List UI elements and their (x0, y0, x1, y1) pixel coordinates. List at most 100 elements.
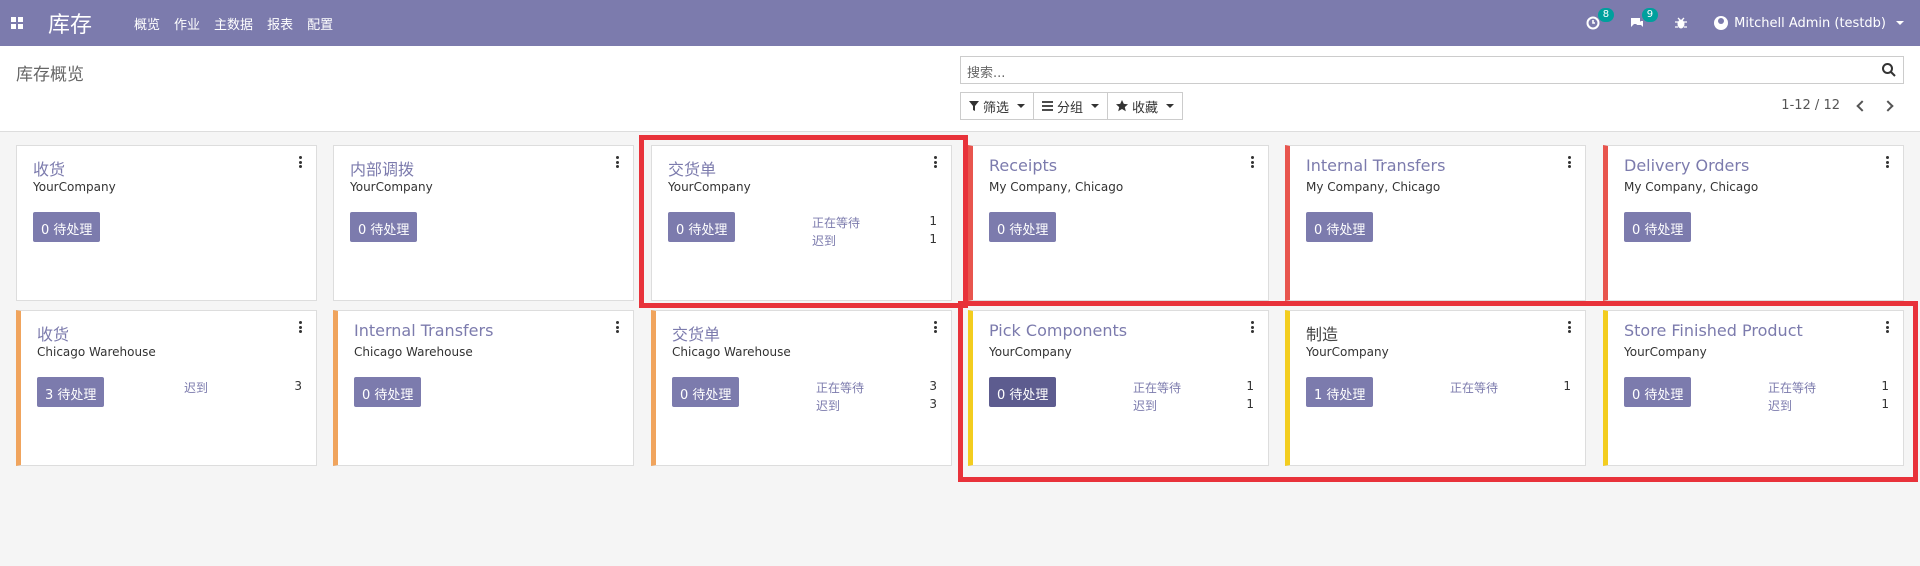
stat-label[interactable]: 正在等待 (1450, 379, 1498, 396)
kanban-card[interactable]: 收货 YourCompany 0 待处理 (16, 145, 317, 301)
kanban-card[interactable]: 交货单 YourCompany 0 待处理 正在等待 1 迟到 1 (651, 145, 952, 301)
groupby-label: 分组 (1057, 100, 1084, 116)
card-subtitle: YourCompany (1306, 345, 1389, 359)
search-input[interactable]: 搜索... (960, 56, 1904, 84)
search-icon[interactable] (1881, 62, 1897, 78)
card-title[interactable]: Delivery Orders (1624, 156, 1749, 175)
page-title: 库存概览 (16, 65, 84, 85)
card-subtitle: My Company, Chicago (1306, 180, 1441, 194)
filters-label: 筛选 (983, 100, 1010, 116)
kanban-card[interactable]: Internal Transfers Chicago Warehouse 0 待处理 (333, 310, 634, 466)
search-placeholder: 搜索... (967, 66, 1006, 81)
card-title[interactable]: 交货单 (668, 156, 716, 180)
kebab-menu-icon[interactable] (1886, 321, 1889, 333)
card-title[interactable]: Receipts (989, 156, 1057, 175)
card-title[interactable]: Internal Transfers (354, 321, 493, 340)
menu-master-data[interactable]: 主数据 (214, 14, 253, 33)
messages-button[interactable]: 9 (1626, 8, 1659, 34)
card-title[interactable]: 收货 (33, 156, 65, 180)
card-subtitle: My Company, Chicago (989, 180, 1124, 194)
stat-label[interactable]: 迟到 (816, 397, 840, 414)
navbar-right: 8 9 Mitchell Admin (testdb) (1582, 0, 1904, 46)
kebab-menu-icon[interactable] (1886, 156, 1889, 168)
stat-label[interactable]: 迟到 (1768, 397, 1792, 414)
stat-value: 1 (1246, 379, 1254, 393)
kebab-menu-icon[interactable] (1568, 156, 1571, 168)
to-process-button[interactable]: 0 待处理 (668, 212, 736, 242)
card-title[interactable]: Pick Components (989, 321, 1127, 340)
user-avatar-icon (1714, 16, 1729, 30)
activity-badge: 8 (1597, 8, 1615, 22)
debug-button[interactable] (1670, 12, 1692, 34)
stat-label[interactable]: 正在等待 (1768, 379, 1816, 396)
card-subtitle: Chicago Warehouse (672, 345, 791, 359)
kanban-card[interactable]: Pick Components YourCompany 0 待处理 正在等待 1 迟到 1 (968, 310, 1269, 466)
to-process-button[interactable]: 0 待处理 (989, 212, 1057, 242)
kanban-card[interactable]: Delivery Orders My Company, Chicago 0 待处理 (1603, 145, 1904, 301)
filters-button[interactable]: 筛选 (960, 92, 1035, 120)
stat-label[interactable]: 正在等待 (812, 214, 860, 231)
to-process-button[interactable]: 0 待处理 (354, 377, 422, 407)
menu-reporting[interactable]: 报表 (267, 14, 293, 33)
next-page-icon[interactable] (1882, 99, 1894, 112)
to-process-button[interactable]: 0 待处理 (989, 377, 1057, 407)
kanban-card[interactable]: 收货 Chicago Warehouse 3 待处理 迟到 3 (16, 310, 317, 466)
to-process-button[interactable]: 1 待处理 (1306, 377, 1374, 407)
card-subtitle: Chicago Warehouse (37, 345, 156, 359)
card-title[interactable]: 收货 (37, 321, 69, 345)
favorites-button[interactable]: 收藏 (1107, 92, 1184, 120)
kebab-menu-icon[interactable] (1568, 321, 1571, 333)
to-process-button[interactable]: 0 待处理 (1306, 212, 1374, 242)
card-title[interactable]: Store Finished Product (1624, 321, 1803, 340)
kebab-menu-icon[interactable] (1251, 156, 1254, 168)
to-process-button[interactable]: 0 待处理 (350, 212, 418, 242)
kanban-card[interactable]: 交货单 Chicago Warehouse 0 待处理 正在等待 3 迟到 3 (651, 310, 952, 466)
activity-button[interactable]: 8 (1582, 8, 1615, 34)
kanban-card[interactable]: Internal Transfers My Company, Chicago 0 待… (1285, 145, 1586, 301)
card-subtitle: My Company, Chicago (1624, 180, 1759, 194)
top-navbar: 库存 概览 作业 主数据 报表 配置 8 9 Mitchell Admin (t… (0, 0, 1920, 46)
to-process-button[interactable]: 0 待处理 (672, 377, 740, 407)
groupby-button[interactable]: 分组 (1033, 92, 1109, 120)
stat-label[interactable]: 正在等待 (816, 379, 864, 396)
kebab-menu-icon[interactable] (934, 156, 937, 168)
chevron-down-icon (1091, 104, 1100, 108)
kebab-menu-icon[interactable] (299, 321, 302, 333)
to-process-button[interactable]: 0 待处理 (1624, 212, 1692, 242)
pager-value[interactable]: 1-12 / 12 (1781, 98, 1840, 113)
menu-overview[interactable]: 概览 (134, 14, 160, 33)
kebab-menu-icon[interactable] (616, 321, 619, 333)
stat-value: 1 (929, 214, 937, 228)
to-process-button[interactable]: 0 待处理 (33, 212, 101, 242)
favorites-label: 收藏 (1132, 100, 1159, 116)
menu-configuration[interactable]: 配置 (307, 14, 333, 33)
kanban-card[interactable]: Store Finished Product YourCompany 0 待处理 正在… (1603, 310, 1904, 466)
card-title[interactable]: 制造 (1306, 321, 1338, 345)
kanban-card[interactable]: 制造 YourCompany 1 待处理 正在等待 1 (1285, 310, 1586, 466)
previous-page-icon[interactable] (1856, 99, 1868, 112)
kebab-menu-icon[interactable] (299, 156, 302, 168)
stat-label[interactable]: 迟到 (184, 379, 208, 396)
card-title[interactable]: 内部调拨 (350, 156, 414, 180)
stat-label[interactable]: 迟到 (812, 232, 836, 249)
user-menu[interactable]: Mitchell Admin (testdb) (1714, 16, 1904, 31)
stat-label[interactable]: 正在等待 (1133, 379, 1181, 396)
apps-menu-icon[interactable] (0, 0, 34, 46)
chevron-down-icon (1896, 21, 1904, 25)
card-title[interactable]: 交货单 (672, 321, 720, 345)
chevron-down-icon (1017, 104, 1026, 108)
stat-label[interactable]: 迟到 (1133, 397, 1157, 414)
app-brand[interactable]: 库存 (48, 7, 92, 39)
user-name: Mitchell Admin (testdb) (1734, 15, 1886, 31)
kebab-menu-icon[interactable] (616, 156, 619, 168)
to-process-button[interactable]: 0 待处理 (1624, 377, 1692, 407)
kebab-menu-icon[interactable] (1251, 321, 1254, 333)
card-subtitle: Chicago Warehouse (354, 345, 473, 359)
kanban-card[interactable]: 内部调拨 YourCompany 0 待处理 (333, 145, 634, 301)
stat-value: 1 (1246, 397, 1254, 411)
menu-operations[interactable]: 作业 (174, 14, 200, 33)
kanban-card[interactable]: Receipts My Company, Chicago 0 待处理 (968, 145, 1269, 301)
kebab-menu-icon[interactable] (934, 321, 937, 333)
to-process-button[interactable]: 3 待处理 (37, 377, 105, 407)
card-title[interactable]: Internal Transfers (1306, 156, 1445, 175)
